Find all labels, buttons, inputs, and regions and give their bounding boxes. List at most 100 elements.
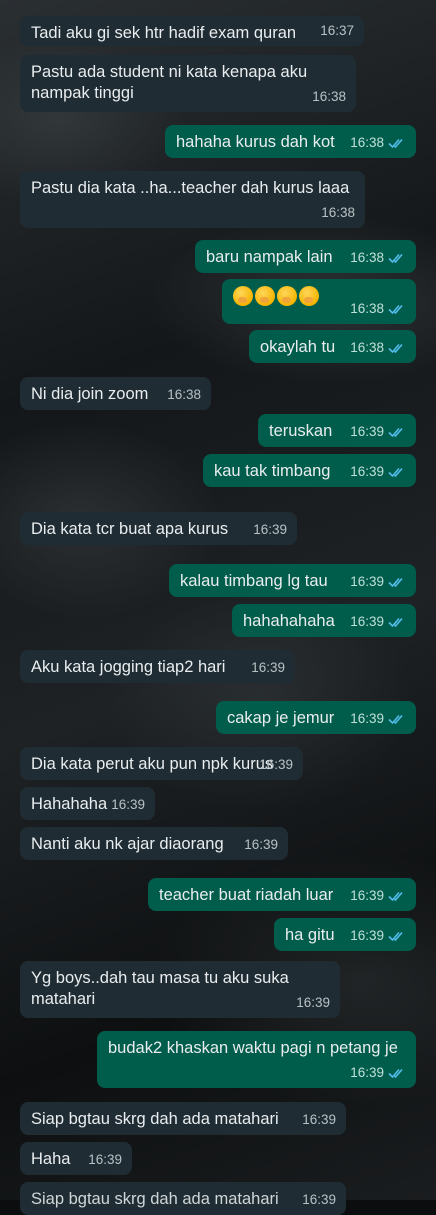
- message-text: hahaha kurus dah kot: [176, 133, 335, 151]
- message-text: Nanti aku nk ajar diaorang: [31, 835, 224, 853]
- message-text: Ni dia join zoom: [31, 385, 149, 403]
- message-text: budak2 khaskan waktu pagi n petang je: [108, 1039, 398, 1057]
- message-time: 16:39: [350, 464, 384, 479]
- outgoing-message-bubble[interactable]: cakap je jemur 16:39: [216, 701, 416, 734]
- message-time: 16:39: [350, 711, 384, 726]
- outgoing-message-bubble[interactable]: baru nampak lain 16:38: [195, 240, 416, 273]
- message-meta: 16:38: [350, 132, 406, 153]
- message-meta: 16:39: [350, 571, 406, 592]
- message-time: 16:39: [88, 1152, 122, 1167]
- message-text: baru nampak lain: [206, 248, 333, 266]
- read-receipt-icon: [388, 467, 403, 477]
- message-meta: 16:39: [350, 611, 406, 632]
- message-time: 16:39: [302, 1112, 336, 1127]
- incoming-message-bubble[interactable]: Siap bgtau skrg dah ada matahari 16:39: [20, 1102, 346, 1135]
- message-text: Yg boys..dah tau masa tu aku suka matahar…: [31, 969, 289, 1008]
- outgoing-message-bubble[interactable]: kau tak timbang 16:39: [203, 454, 416, 487]
- message-meta: 16:39: [244, 834, 278, 855]
- message-time: 16:39: [111, 797, 145, 812]
- read-receipt-icon: [388, 343, 403, 353]
- message-text: Haha: [31, 1150, 71, 1168]
- message-meta: 16:38: [167, 384, 201, 405]
- read-receipt-icon: [388, 931, 403, 941]
- incoming-message-bubble[interactable]: Hahahaha 16:39: [20, 787, 155, 820]
- message-time: 16:39: [296, 995, 330, 1010]
- message-text: teacher buat riadah luar: [159, 886, 334, 904]
- incoming-message-bubble[interactable]: Siap bgtau skrg dah ada matahari 16:39: [20, 1182, 346, 1215]
- incoming-message-bubble[interactable]: Yg boys..dah tau masa tu aku suka matahar…: [20, 961, 340, 1018]
- message-meta: 16:38: [350, 247, 406, 268]
- message-meta: 16:39: [350, 1062, 406, 1083]
- message-text: Pastu dia kata ..ha...teacher dah kurus …: [31, 179, 350, 197]
- read-receipt-icon: [388, 891, 403, 901]
- message-meta: 16:38: [350, 337, 406, 358]
- message-time: 16:39: [350, 928, 384, 943]
- message-text: ha gitu: [285, 926, 335, 944]
- outgoing-message-bubble[interactable]: okaylah tu 16:38: [249, 330, 416, 363]
- outgoing-message-bubble[interactable]: kalau timbang lg tau 16:39: [169, 564, 416, 597]
- message-text: teruskan: [269, 422, 333, 440]
- outgoing-message-bubble[interactable]: hahahahaha 16:39: [232, 604, 416, 637]
- incoming-message-bubble[interactable]: Aku kata jogging tiap2 hari 16:39: [20, 650, 295, 683]
- incoming-message-bubble[interactable]: Tadi aku gi sek htr hadif exam quran 16:3…: [20, 16, 364, 46]
- message-meta: 16:39: [111, 794, 145, 815]
- outgoing-message-bubble[interactable]: budak2 khaskan waktu pagi n petang je 16:…: [97, 1031, 416, 1088]
- message-time: 16:39: [350, 888, 384, 903]
- message-text: okaylah tu: [260, 338, 336, 356]
- message-time: 16:39: [350, 614, 384, 629]
- incoming-message-bubble[interactable]: Nanti aku nk ajar diaorang 16:39: [20, 827, 288, 860]
- message-text: Tadi aku gi sek htr hadif exam quran: [31, 24, 297, 42]
- message-text: kau tak timbang: [214, 462, 331, 480]
- message-time: 16:39: [253, 522, 287, 537]
- incoming-message-bubble[interactable]: Pastu ada student ni kata kenapa aku namp…: [20, 55, 356, 112]
- incoming-message-bubble[interactable]: Haha 16:39: [20, 1142, 132, 1175]
- outgoing-message-bubble[interactable]: teruskan 16:39: [258, 414, 416, 447]
- message-text: kalau timbang lg tau: [180, 572, 328, 590]
- read-receipt-icon: [388, 427, 403, 437]
- hand-over-mouth-emoji-icon: [255, 286, 275, 306]
- message-meta: 16:39: [88, 1149, 122, 1170]
- message-time: 16:39: [350, 424, 384, 439]
- read-receipt-icon: [388, 617, 403, 627]
- message-meta: 16:39: [251, 657, 285, 678]
- message-meta: 16:39: [253, 519, 287, 540]
- incoming-message-bubble[interactable]: Dia kata tcr buat apa kurus 16:39: [20, 512, 297, 545]
- message-meta: 16:39: [296, 992, 330, 1013]
- hand-over-mouth-emoji-icon: [277, 286, 297, 306]
- message-meta: 16:39: [350, 885, 406, 906]
- message-meta: 16:39: [302, 1109, 336, 1130]
- read-receipt-icon: [388, 577, 403, 587]
- message-text: hahahahaha: [243, 612, 335, 630]
- outgoing-message-bubble[interactable]: ha gitu 16:39: [274, 918, 416, 951]
- message-meta: 16:38: [312, 86, 346, 107]
- message-time: 16:39: [259, 757, 293, 772]
- outgoing-message-bubble[interactable]: hahaha kurus dah kot 16:38: [165, 125, 416, 158]
- message-meta: 16:39: [350, 925, 406, 946]
- message-text: Siap bgtau skrg dah ada matahari: [31, 1110, 279, 1128]
- message-time: 16:38: [350, 301, 384, 316]
- message-time: 16:38: [350, 135, 384, 150]
- message-text: Pastu ada student ni kata kenapa aku namp…: [31, 63, 308, 102]
- message-time: 16:38: [350, 340, 384, 355]
- message-text: Dia kata tcr buat apa kurus: [31, 520, 229, 538]
- incoming-message-bubble[interactable]: Pastu dia kata ..ha...teacher dah kurus …: [20, 171, 365, 228]
- read-receipt-icon: [388, 253, 403, 263]
- read-receipt-icon: [388, 714, 403, 724]
- message-text: cakap je jemur: [227, 709, 335, 727]
- message-text: Dia kata perut aku pun npk kurus: [31, 755, 274, 773]
- message-time: 16:39: [244, 837, 278, 852]
- incoming-message-bubble[interactable]: Ni dia join zoom 16:38: [20, 377, 211, 410]
- message-time: 16:38: [321, 205, 355, 220]
- message-time: 16:37: [320, 23, 354, 38]
- message-time: 16:38: [167, 387, 201, 402]
- message-meta: 16:38: [321, 202, 355, 223]
- read-receipt-icon: [388, 138, 403, 148]
- emoji-row: [233, 286, 319, 306]
- outgoing-message-bubble[interactable]: teacher buat riadah luar 16:39: [148, 878, 416, 911]
- message-time: 16:39: [350, 1065, 384, 1080]
- outgoing-message-bubble[interactable]: 16:38: [222, 279, 416, 324]
- message-meta: 16:39: [350, 708, 406, 729]
- message-text: Hahahaha: [31, 795, 108, 813]
- incoming-message-bubble[interactable]: Dia kata perut aku pun npk kurus 16:39: [20, 747, 303, 780]
- message-text: Siap bgtau skrg dah ada matahari: [31, 1190, 279, 1208]
